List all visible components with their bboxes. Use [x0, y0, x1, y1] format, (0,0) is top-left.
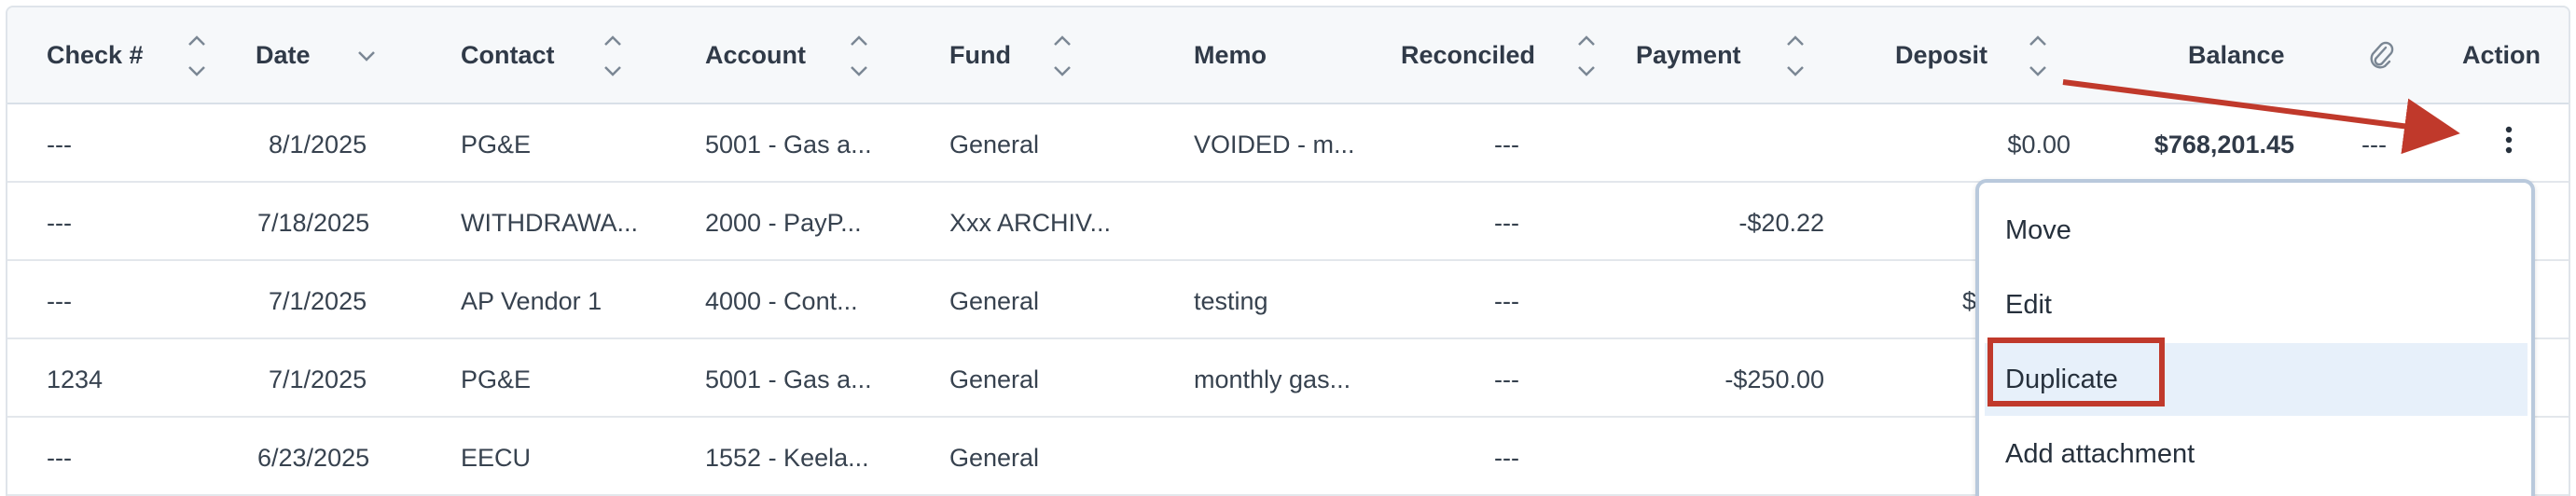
annotation-arrow-icon	[2062, 79, 2460, 155]
